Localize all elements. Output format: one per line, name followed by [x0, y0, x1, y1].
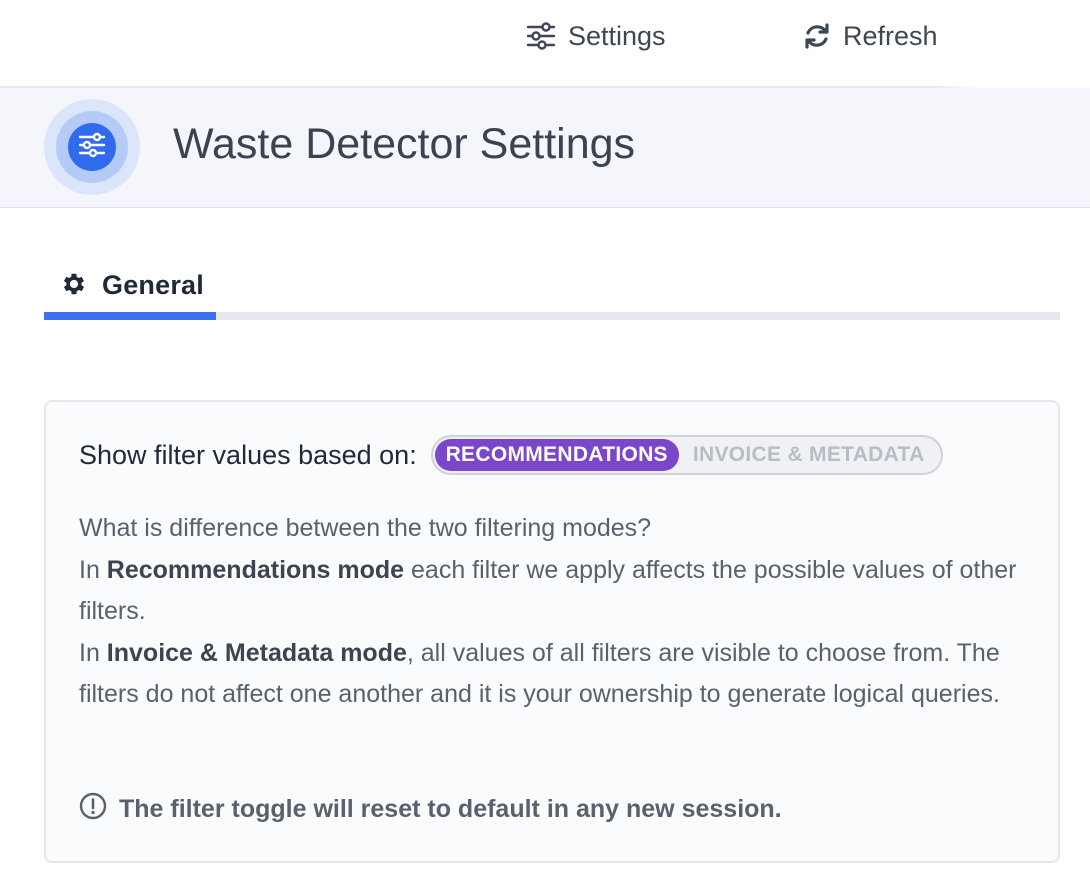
tab-bar: General [44, 258, 1060, 320]
page-header: Waste Detector Settings [0, 88, 1090, 208]
active-tab-indicator [44, 312, 216, 320]
reset-notice-text: The filter toggle will reset to default … [119, 794, 782, 823]
description-recommendations: In Recommendations mode each filter we a… [79, 555, 1017, 626]
sliders-icon [78, 132, 106, 163]
gear-icon [60, 270, 88, 303]
settings-label: Settings [568, 20, 666, 51]
tab-general-label: General [102, 270, 204, 300]
filter-mode-row: Show filter values based on: RECOMMENDAT… [79, 434, 943, 476]
filter-mode-toggle[interactable]: RECOMMENDATIONS INVOICE & METADATA [430, 435, 943, 475]
description-invoice-metadata: In Invoice & Metadata mode, all values o… [79, 638, 1000, 709]
filter-mode-label: Show filter values based on: [79, 439, 417, 470]
tab-general[interactable]: General [44, 258, 216, 320]
refresh-button[interactable]: Refresh [803, 16, 938, 56]
description-question: What is difference between the two filte… [79, 514, 652, 542]
info-circle-icon [79, 792, 107, 827]
filter-modes-description: What is difference between the two filte… [79, 508, 1039, 716]
refresh-icon [803, 22, 831, 50]
settings-button[interactable]: Settings [526, 16, 666, 56]
page-title: Waste Detector Settings [173, 120, 636, 168]
filter-settings-card: Show filter values based on: RECOMMENDAT… [44, 400, 1060, 863]
header-icon-badge [44, 99, 140, 195]
reset-notice: The filter toggle will reset to default … [79, 792, 782, 826]
toggle-option-recommendations[interactable]: RECOMMENDATIONS [434, 439, 679, 471]
sliders-icon [526, 22, 556, 50]
toggle-option-invoice-metadata[interactable]: INVOICE & METADATA [679, 439, 939, 471]
refresh-label: Refresh [843, 20, 938, 51]
top-bar: Settings Refresh [0, 0, 1090, 86]
